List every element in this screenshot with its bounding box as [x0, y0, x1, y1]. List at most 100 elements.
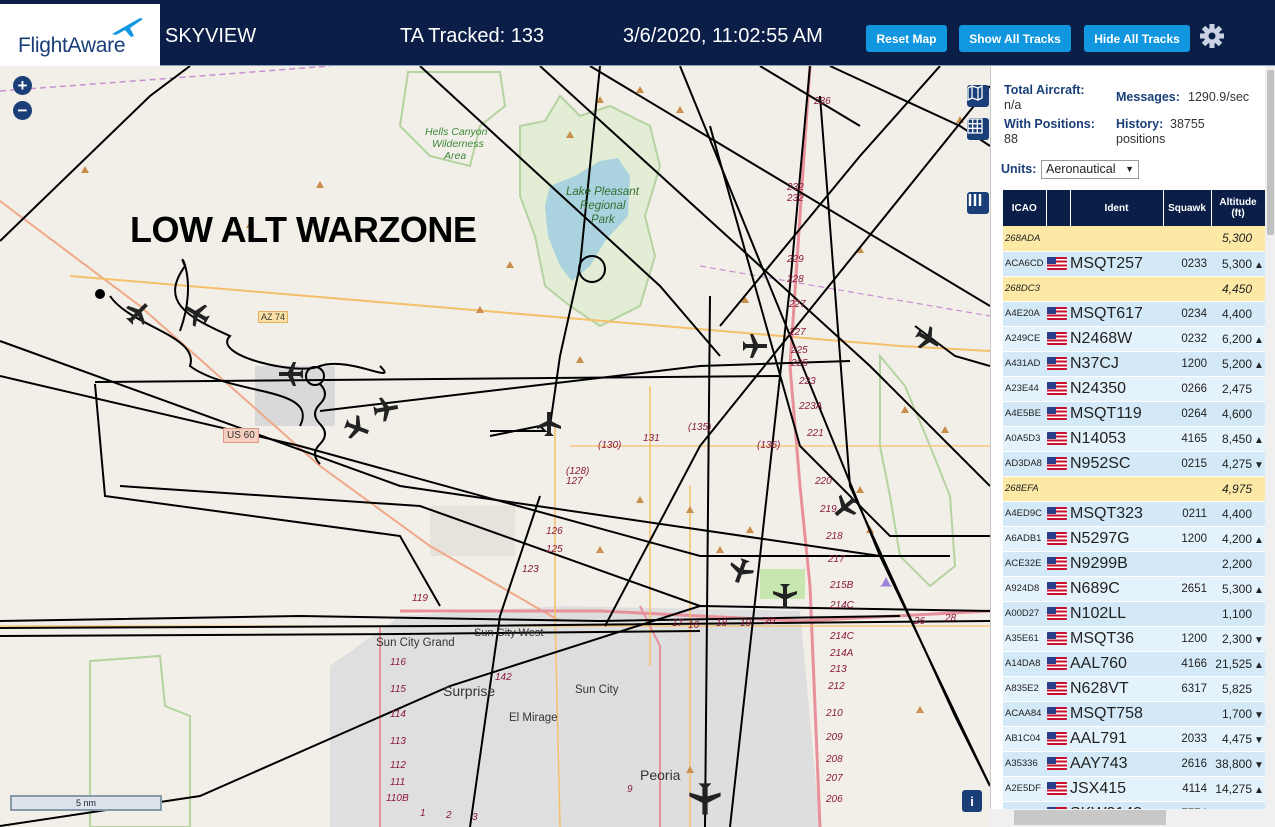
- messages-value: 1290.9/sec: [1188, 90, 1250, 104]
- squawk-cell: 0211: [1163, 501, 1211, 527]
- app-title: SKYVIEW: [165, 25, 257, 47]
- table-row[interactable]: A431AD N37CJ 1200 5,200 ▲: [1003, 351, 1265, 377]
- table-row[interactable]: 268EFA 4,975: [1003, 476, 1265, 502]
- icao-cell: A14DA8: [1003, 651, 1046, 677]
- icao-cell: A431AD: [1003, 351, 1046, 377]
- info-icon[interactable]: i: [962, 790, 982, 812]
- col-icao[interactable]: ICAO: [1003, 190, 1047, 226]
- flightaware-logo[interactable]: FlightAware: [0, 4, 160, 66]
- altitude-cell: 4,275 ▼: [1211, 451, 1265, 477]
- total-aircraft-label: Total Aircraft:: [1004, 83, 1085, 97]
- clock: 3/6/2020, 11:02:55 AM: [623, 25, 823, 47]
- col-ident[interactable]: Ident: [1070, 190, 1164, 226]
- route-label: 28: [945, 613, 957, 624]
- horizontal-scrollbar-thumb[interactable]: [1014, 810, 1166, 825]
- table-row[interactable]: A35E61 MSQT36 1200 2,300 ▼: [1003, 626, 1265, 652]
- route-label: 126: [546, 526, 563, 537]
- flag-cell: [1046, 351, 1070, 377]
- col-squawk[interactable]: Squawk: [1163, 190, 1212, 226]
- flag-cell: [1046, 451, 1070, 477]
- col-flag[interactable]: [1046, 190, 1071, 226]
- squawk-cell: 1200: [1163, 526, 1211, 552]
- table-row[interactable]: 268ADA 5,300: [1003, 226, 1265, 252]
- altitude-cell: 38,800 ▼: [1211, 751, 1265, 777]
- us-flag-icon: [1047, 307, 1067, 320]
- altitude-value: 38,800: [1215, 756, 1252, 771]
- squawk-cell: [1163, 601, 1211, 627]
- table-row[interactable]: A4E20A MSQT617 0234 4,400: [1003, 301, 1265, 327]
- us-flag-icon: [1047, 657, 1067, 670]
- map-label: Peoria: [640, 767, 681, 783]
- route-label: 218: [826, 531, 843, 542]
- altitude-value: 2,300: [1221, 631, 1252, 646]
- col-altitude[interactable]: Altitude (ft): [1211, 190, 1266, 226]
- squawk-cell: 0233: [1163, 251, 1211, 277]
- altitude-value: 2,475: [1221, 381, 1252, 396]
- squawk-cell: 0232: [1163, 326, 1211, 352]
- table-row[interactable]: A6ADB1 N5297G 1200 4,200 ▲: [1003, 526, 1265, 552]
- ident-cell: N102LL: [1070, 601, 1163, 627]
- units-select[interactable]: Aeronautical ▼: [1041, 160, 1139, 179]
- table-row[interactable]: A835E2 N628VT 6317 5,825: [1003, 676, 1265, 702]
- altitude-cell: 4,400: [1211, 301, 1265, 327]
- table-row[interactable]: A14DA8 AAL760 4166 21,525 ▲: [1003, 651, 1265, 677]
- messages-label: Messages:: [1116, 90, 1180, 104]
- map-canvas[interactable]: Hells Canyon Wilderness Area Lake Pleasa…: [0, 66, 990, 827]
- ident-cell: [1070, 226, 1163, 252]
- table-row[interactable]: A00D27 N102LL 1,100: [1003, 601, 1265, 627]
- ident-cell: N689C: [1070, 576, 1163, 602]
- table-row[interactable]: A249CE N2468W 0232 6,200 ▲: [1003, 326, 1265, 352]
- table-row[interactable]: A0A5D3 N14053 4165 8,450 ▲: [1003, 426, 1265, 452]
- route-label: 206: [826, 794, 843, 805]
- grid-icon[interactable]: [967, 118, 989, 140]
- show-all-tracks-button[interactable]: Show All Tracks: [959, 25, 1071, 52]
- table-row[interactable]: ACE32E N9299B 2,200: [1003, 551, 1265, 577]
- table-row[interactable]: ACAA84 MSQT758 1,700 ▼: [1003, 701, 1265, 727]
- table-row[interactable]: AD3DA8 N952SC 0215 4,275 ▼: [1003, 451, 1265, 477]
- map-layers-icon[interactable]: [967, 85, 989, 107]
- hide-all-tracks-button[interactable]: Hide All Tracks: [1084, 25, 1190, 52]
- table-row[interactable]: A4ED9C MSQT323 0211 4,400: [1003, 501, 1265, 527]
- flag-cell: [1046, 301, 1070, 327]
- altitude-value: 2,200: [1221, 556, 1252, 571]
- altitude-value: 4,975: [1221, 481, 1252, 496]
- altitude-cell: 1,700 ▼: [1211, 701, 1265, 727]
- altitude-cell: 5,825: [1211, 676, 1265, 702]
- map-label: El Mirage: [509, 712, 558, 724]
- altitude-value: 4,400: [1221, 506, 1252, 521]
- route-label: 110B: [386, 793, 409, 804]
- table-row[interactable]: 268DC3 4,450: [1003, 276, 1265, 302]
- us-flag-icon: [1047, 682, 1067, 695]
- table-row[interactable]: AB1C04 AAL791 2033 4,475 ▼: [1003, 726, 1265, 752]
- ident-cell: N14053: [1070, 426, 1163, 452]
- zoom-out-button[interactable]: −: [13, 101, 32, 120]
- column-toggle-icon[interactable]: [967, 192, 989, 214]
- zoom-in-button[interactable]: +: [13, 76, 32, 95]
- route-label: 20: [764, 616, 776, 627]
- altitude-value: 4,450: [1221, 281, 1252, 296]
- us-flag-icon: [1047, 557, 1067, 570]
- flag-cell: [1046, 776, 1070, 802]
- table-row[interactable]: ACA6CD MSQT257 0233 5,300 ▲: [1003, 251, 1265, 277]
- table-row[interactable]: A35336 AAY743 2616 38,800 ▼: [1003, 751, 1265, 777]
- route-label: 123: [522, 564, 539, 575]
- altitude-value: 4,475: [1221, 731, 1252, 746]
- route-label: 131: [643, 433, 660, 444]
- table-row[interactable]: A23E44 N24350 0266 2,475: [1003, 376, 1265, 402]
- map-label: Sun City Grand: [376, 637, 455, 649]
- icao-cell: A6ADB1: [1003, 526, 1046, 552]
- table-row[interactable]: A924D8 N689C 2651 5,300 ▲: [1003, 576, 1265, 602]
- map-label: Wilderness: [432, 138, 484, 150]
- skyview-app: FlightAware SKYVIEW TA Tracked: 133 3/6/…: [0, 0, 1275, 827]
- altitude-cell: 4,400: [1211, 501, 1265, 527]
- scrollbar-thumb[interactable]: [1267, 70, 1274, 235]
- reset-map-button[interactable]: Reset Map: [866, 25, 947, 52]
- table-row[interactable]: A4E5BE MSQT119 0264 4,600: [1003, 401, 1265, 427]
- table-row[interactable]: A2E5DF JSX415 4114 14,275 ▲: [1003, 776, 1265, 802]
- history-label: History:: [1116, 117, 1164, 131]
- route-label: 228: [787, 274, 804, 285]
- ident-cell: JSX415: [1070, 776, 1163, 802]
- altitude-cell: 8,450 ▲: [1211, 426, 1265, 452]
- us-flag-icon: [1047, 782, 1067, 795]
- gear-icon[interactable]: [1199, 23, 1225, 49]
